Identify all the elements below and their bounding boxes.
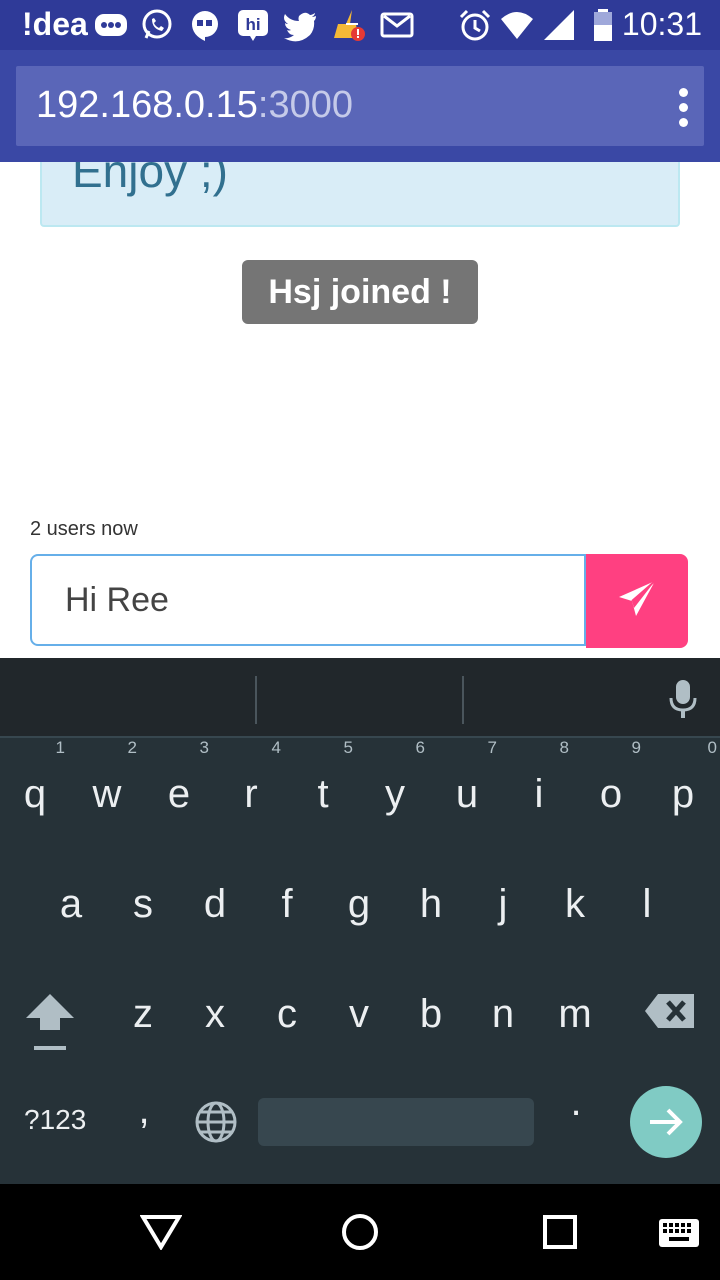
soft-keyboard: q1 w2 e3 r4 t5 y6 u7 i8 o9 p0 a s d f g … <box>0 658 720 1184</box>
recents-icon[interactable] <box>542 1214 578 1250</box>
cleaner-alert-icon <box>334 10 365 41</box>
comma-key[interactable]: , <box>108 1088 180 1133</box>
home-icon[interactable] <box>340 1212 380 1252</box>
key-g[interactable]: g <box>323 882 395 927</box>
alarm-icon <box>459 9 491 41</box>
key-r[interactable]: r4 <box>215 738 287 817</box>
key-q[interactable]: q1 <box>0 738 71 817</box>
send-icon <box>619 580 656 616</box>
shift-icon[interactable] <box>24 992 76 1052</box>
twitter-icon <box>284 12 316 42</box>
period-key[interactable]: . <box>540 1080 612 1125</box>
backspace-icon[interactable] <box>644 992 696 1030</box>
key-x[interactable]: x <box>179 992 251 1037</box>
suggestion-strip <box>0 658 720 738</box>
key-j[interactable]: j <box>467 882 539 927</box>
chat-dots-icon <box>95 14 127 36</box>
hike-icon: hi <box>238 10 268 41</box>
info-text: Enjoy ;) <box>72 162 228 197</box>
key-d[interactable]: d <box>179 882 251 927</box>
enter-key[interactable] <box>630 1086 702 1158</box>
svg-text:hi: hi <box>245 15 260 34</box>
key-h[interactable]: h <box>395 882 467 927</box>
wifi-icon <box>501 12 533 39</box>
key-l[interactable]: l <box>611 882 683 927</box>
key-u[interactable]: u7 <box>431 738 503 817</box>
suggestion-divider <box>255 676 257 724</box>
info-alert: Enjoy ;) <box>40 162 680 227</box>
key-m[interactable]: m <box>539 992 611 1037</box>
globe-icon[interactable] <box>194 1100 238 1144</box>
keyboard-switch-icon[interactable] <box>658 1218 700 1248</box>
message-input[interactable]: Hi Ree <box>30 554 586 646</box>
key-c[interactable]: c <box>251 992 323 1037</box>
browser-toolbar: 192.168.0.15:3000 <box>0 50 720 162</box>
url-port: :3000 <box>257 84 353 126</box>
join-notification: Hsj joined ! <box>242 260 478 324</box>
symbols-key[interactable]: ?123 <box>24 1104 86 1136</box>
key-t[interactable]: t5 <box>287 738 359 817</box>
send-button[interactable] <box>586 554 688 648</box>
address-bar[interactable]: 192.168.0.15:3000 <box>16 66 704 146</box>
carrier-name: !dea <box>22 6 88 42</box>
back-icon[interactable] <box>140 1214 182 1250</box>
key-s[interactable]: s <box>107 882 179 927</box>
overflow-menu-icon[interactable] <box>676 88 690 128</box>
chat-page: Enjoy ;) Hsj joined ! 2 users now Hi Ree <box>0 162 720 660</box>
status-bar: !dea hi 10:31 <box>0 0 720 50</box>
key-z[interactable]: z <box>107 992 179 1037</box>
key-b[interactable]: b <box>395 992 467 1037</box>
whatsapp-icon <box>142 9 172 39</box>
microphone-icon[interactable] <box>668 678 698 720</box>
url-host: 192.168.0.15 <box>36 84 258 126</box>
key-n[interactable]: n <box>467 992 539 1037</box>
battery-icon <box>594 9 612 41</box>
signal-icon <box>544 10 574 40</box>
space-key[interactable] <box>258 1098 534 1146</box>
navigation-bar <box>0 1184 720 1280</box>
key-k[interactable]: k <box>539 882 611 927</box>
key-p[interactable]: p0 <box>647 738 719 817</box>
suggestion-divider <box>462 676 464 724</box>
hangouts-icon <box>192 11 218 41</box>
key-o[interactable]: o9 <box>575 738 647 817</box>
key-y[interactable]: y6 <box>359 738 431 817</box>
arrow-right-icon <box>650 1108 683 1136</box>
key-w[interactable]: w2 <box>71 738 143 817</box>
key-e[interactable]: e3 <box>143 738 215 817</box>
key-i[interactable]: i8 <box>503 738 575 817</box>
key-a[interactable]: a <box>35 882 107 927</box>
gmail-icon <box>380 12 414 38</box>
key-f[interactable]: f <box>251 882 323 927</box>
clock: 10:31 <box>621 6 702 42</box>
url-text[interactable]: 192.168.0.15:3000 <box>36 84 353 127</box>
key-v[interactable]: v <box>323 992 395 1037</box>
user-count: 2 users now <box>30 518 138 540</box>
